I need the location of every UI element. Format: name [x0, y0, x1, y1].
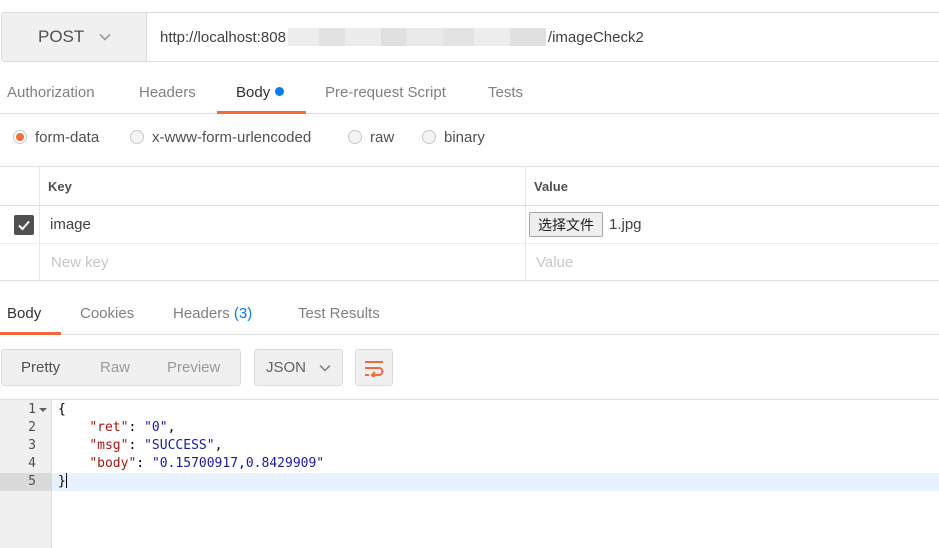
- text-cursor: [65, 473, 67, 488]
- chevron-down-icon: [99, 33, 111, 41]
- file-name: 1.jpg: [609, 216, 642, 233]
- radio-raw[interactable]: raw: [348, 122, 394, 152]
- url-suffix: /imageCheck2: [547, 28, 644, 46]
- line-number: 2: [28, 420, 36, 435]
- choose-file-button[interactable]: 选择文件: [529, 212, 603, 237]
- tab-headers[interactable]: Headers: [139, 74, 196, 114]
- request-bar: POST http://localhost:808/imageCheck2: [0, 12, 939, 62]
- code-line: "msg": "SUCCESS",: [89, 438, 223, 453]
- radio-icon: [422, 130, 436, 144]
- format-label: JSON: [266, 359, 307, 376]
- response-toolbar: Pretty Raw Preview JSON: [0, 349, 939, 386]
- value-cell: 选择文件 1.jpg: [529, 206, 642, 243]
- radio-icon: [348, 130, 362, 144]
- radio-x-www-form-urlencoded[interactable]: x-www-form-urlencoded: [130, 122, 311, 152]
- new-key-input[interactable]: New key: [51, 244, 109, 281]
- tab-label: Headers: [139, 84, 196, 101]
- checkmark-icon: [14, 214, 34, 235]
- table-row: image 选择文件 1.jpg: [0, 206, 939, 244]
- wrap-lines-icon: [365, 360, 384, 377]
- wrap-lines-button[interactable]: [355, 349, 393, 386]
- tab-authorization[interactable]: Authorization: [7, 74, 95, 114]
- tab-response-headers[interactable]: Headers (3): [173, 294, 252, 334]
- line-number: 5: [0, 473, 52, 491]
- value-column-header: Value: [534, 178, 568, 194]
- tab-label: Headers: [173, 305, 230, 322]
- response-tabs: Body Cookies Headers (3) Test Results: [0, 294, 939, 335]
- method-label: POST: [38, 27, 85, 46]
- tab-response-body[interactable]: Body: [0, 294, 61, 335]
- radio-form-data[interactable]: form-data: [13, 122, 99, 152]
- radio-icon: [130, 130, 144, 144]
- tab-label: Test Results: [298, 305, 380, 322]
- form-data-table: Key Value image 选择文件 1.jpg New key Value: [0, 166, 939, 281]
- modified-dot-icon: [275, 87, 285, 96]
- tab-body[interactable]: Body: [217, 74, 306, 114]
- new-row: New key Value: [0, 244, 939, 281]
- radio-label: form-data: [35, 128, 100, 146]
- tab-label: Pre-request Script: [325, 84, 446, 101]
- request-tabs: Authorization Headers Body Pre-request S…: [0, 74, 939, 114]
- method-select[interactable]: POST: [1, 12, 146, 62]
- radio-label: raw: [370, 128, 395, 146]
- view-mode-segment: Pretty Raw Preview: [1, 349, 241, 386]
- redacted-url-segment: [287, 28, 546, 46]
- line-number: 3: [28, 438, 36, 453]
- url-input[interactable]: http://localhost:808/imageCheck2: [146, 12, 939, 62]
- new-value-input[interactable]: Value: [536, 244, 573, 281]
- url-prefix: http://localhost:808: [160, 28, 286, 46]
- code-line: {: [58, 402, 66, 417]
- view-pretty-button[interactable]: Pretty: [21, 350, 60, 385]
- chevron-down-icon: [319, 364, 331, 372]
- tab-tests[interactable]: Tests: [488, 74, 523, 114]
- row-enabled-checkbox[interactable]: [14, 206, 34, 243]
- code-line-active: }: [52, 473, 939, 491]
- headers-count-badge: (3): [233, 305, 253, 322]
- key-column-header: Key: [48, 178, 72, 194]
- fold-arrow-icon[interactable]: [39, 408, 47, 412]
- view-preview-button[interactable]: Preview: [167, 350, 220, 385]
- response-body-editor[interactable]: 1 2 3 4 5 { "ret": "0", "msg": "SUCCESS"…: [0, 399, 939, 548]
- tab-label: Tests: [488, 84, 524, 101]
- format-select[interactable]: JSON: [254, 349, 343, 386]
- tab-label: Cookies: [80, 305, 135, 322]
- tab-cookies[interactable]: Cookies: [80, 294, 134, 334]
- radio-binary[interactable]: binary: [422, 122, 485, 152]
- line-number: 1: [0, 401, 52, 419]
- radio-label: binary: [444, 128, 485, 146]
- tab-label: Authorization: [7, 84, 95, 101]
- line-number: 4: [28, 456, 36, 471]
- table-header: Key Value: [0, 167, 939, 206]
- code-line: "ret": "0",: [89, 420, 176, 435]
- tab-test-results[interactable]: Test Results: [298, 294, 380, 334]
- radio-selected-icon: [13, 130, 27, 144]
- radio-label: x-www-form-urlencoded: [152, 128, 312, 146]
- code-line: "body": "0.15700917,0.8429909": [89, 456, 325, 471]
- tab-label: Body: [236, 84, 271, 101]
- view-raw-button[interactable]: Raw: [100, 350, 130, 385]
- body-type-radios: form-data x-www-form-urlencoded raw bina…: [0, 122, 939, 152]
- tab-label: Body: [7, 305, 42, 322]
- tab-pre-request-script[interactable]: Pre-request Script: [325, 74, 446, 114]
- key-input[interactable]: image: [50, 206, 91, 243]
